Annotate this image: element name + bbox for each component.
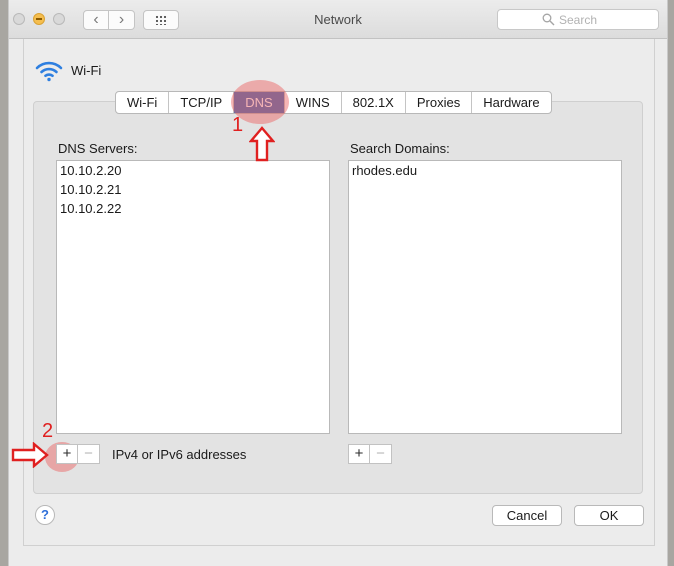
search-domains-label: Search Domains: bbox=[350, 141, 450, 156]
dns-servers-label: DNS Servers: bbox=[58, 141, 138, 156]
annotation-number-2: 2 bbox=[42, 420, 54, 442]
search-input[interactable]: Search bbox=[497, 9, 659, 30]
search-icon bbox=[542, 13, 555, 26]
ok-button[interactable]: OK bbox=[574, 505, 644, 526]
title-bar: ‹ › Network Search bbox=[9, 0, 667, 39]
annotation-arrow-up-icon bbox=[249, 126, 275, 162]
dns-address-hint: IPv4 or IPv6 addresses bbox=[112, 447, 247, 462]
tab-hardware[interactable]: Hardware bbox=[472, 92, 550, 113]
tab-wifi[interactable]: Wi-Fi bbox=[116, 92, 170, 113]
wifi-icon bbox=[35, 61, 63, 82]
network-window: ‹ › Network Search Wi-Fi Wi-Fi TCP/IP DN… bbox=[8, 0, 668, 566]
dns-server-item[interactable]: 10.10.2.22 bbox=[57, 199, 329, 218]
search-domains-list[interactable]: rhodes.edu bbox=[348, 160, 622, 434]
dns-server-item[interactable]: 10.10.2.20 bbox=[57, 161, 329, 180]
help-button[interactable]: ? bbox=[35, 505, 55, 525]
search-domain-item[interactable]: rhodes.edu bbox=[349, 161, 621, 180]
tab-tcpip[interactable]: TCP/IP bbox=[169, 92, 235, 113]
search-placeholder: Search bbox=[559, 13, 598, 27]
add-dns-server-button[interactable]: + bbox=[56, 444, 78, 464]
remove-dns-server-button[interactable]: − bbox=[78, 444, 100, 464]
dns-servers-list[interactable]: 10.10.2.20 10.10.2.21 10.10.2.22 bbox=[56, 160, 330, 434]
remove-search-domain-button[interactable]: − bbox=[370, 444, 392, 464]
cancel-button[interactable]: Cancel bbox=[492, 505, 562, 526]
domain-add-remove-control: + − bbox=[348, 444, 392, 464]
annotation-number-1: 1 bbox=[232, 114, 244, 136]
add-search-domain-button[interactable]: + bbox=[348, 444, 370, 464]
tab-wins[interactable]: WINS bbox=[285, 92, 342, 113]
tab-bar: Wi-Fi TCP/IP DNS WINS 802.1X Proxies Har… bbox=[115, 91, 552, 114]
dns-add-remove-control: + − bbox=[56, 444, 100, 464]
annotation-arrow-right-icon bbox=[11, 442, 49, 468]
tab-proxies[interactable]: Proxies bbox=[406, 92, 473, 113]
dns-server-item[interactable]: 10.10.2.21 bbox=[57, 180, 329, 199]
interface-name: Wi-Fi bbox=[71, 63, 102, 78]
tab-8021x[interactable]: 802.1X bbox=[342, 92, 406, 113]
